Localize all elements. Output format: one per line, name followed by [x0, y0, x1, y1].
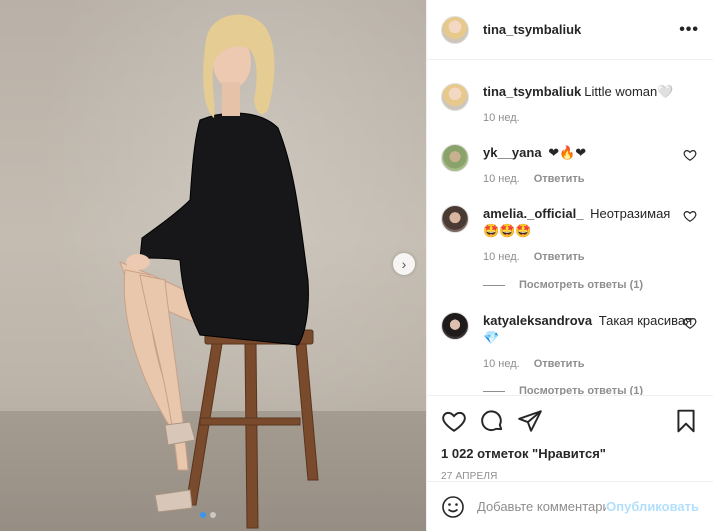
carousel-dot — [210, 512, 216, 518]
chevron-right-icon: › — [401, 256, 407, 272]
comment-avatar[interactable] — [441, 312, 469, 340]
view-replies-label: Посмотреть ответы (1) — [519, 385, 644, 395]
comment-age: 10 нед. — [483, 251, 520, 263]
add-comment-bar: Опубликовать — [427, 481, 713, 531]
comment-emoji: 💎 — [483, 330, 500, 345]
post-photo[interactable]: › — [0, 0, 426, 531]
caption-text: Little woman — [584, 84, 658, 99]
like-comment-heart-icon[interactable] — [683, 148, 697, 162]
comment-username[interactable]: katyaleksandrova — [483, 313, 592, 328]
view-replies-label: Посмотреть ответы (1) — [519, 279, 644, 291]
likes-count[interactable]: 1 022 отметок "Нравится" — [441, 446, 699, 461]
publish-button[interactable]: Опубликовать — [606, 499, 699, 514]
comments-list[interactable]: tina_tsymbaliuk Little woman🤍 10 нед. yk_… — [427, 61, 713, 395]
caption-username[interactable]: tina_tsymbaliuk — [483, 84, 581, 99]
caption-avatar[interactable] — [441, 83, 469, 111]
photo-scene — [119, 14, 319, 529]
comment-avatar[interactable] — [441, 205, 469, 233]
carousel-dot-active — [200, 512, 206, 518]
post-side-panel: tina_tsymbaliuk ••• tina_tsymbaliuk Littl… — [426, 0, 713, 531]
reply-button[interactable]: Ответить — [534, 171, 585, 188]
comment-item: katyaleksandrova Такая красивая 💎 10 нед.… — [441, 312, 699, 373]
heart-icon[interactable] — [441, 408, 467, 434]
comment-emoji: 🤩🤩🤩 — [483, 223, 532, 238]
reply-button[interactable]: Ответить — [534, 356, 585, 373]
post-actions: 1 022 отметок "Нравится" 27 АПРЕЛЯ — [427, 395, 713, 482]
comment-username[interactable]: amelia._official_ — [483, 206, 583, 221]
caption-emoji: 🤍 — [657, 84, 674, 99]
comment-age: 10 нед. — [483, 358, 520, 370]
comment-avatar[interactable] — [441, 144, 469, 172]
more-icon[interactable]: ••• — [679, 21, 699, 39]
like-comment-heart-icon[interactable] — [683, 316, 697, 330]
comment-input[interactable] — [477, 499, 607, 514]
comment-text: Такая красивая — [598, 313, 693, 328]
carousel-next-button[interactable]: › — [393, 253, 415, 275]
bookmark-icon[interactable] — [673, 408, 699, 434]
view-replies-button[interactable]: Посмотреть ответы (1) — [483, 385, 643, 395]
divider — [483, 284, 505, 286]
comment-emoji: ❤🔥❤ — [548, 145, 587, 160]
action-icons — [441, 404, 699, 438]
post-header: tina_tsymbaliuk ••• — [427, 0, 713, 60]
comment-item: amelia._official_ Неотразимая 🤩🤩🤩 10 нед… — [441, 205, 699, 266]
author-avatar[interactable] — [441, 15, 469, 44]
caption-age: 10 нед. — [483, 112, 520, 124]
divider — [483, 390, 505, 392]
comment-item: yk__yana ❤🔥❤ 10 нед. Ответить — [441, 144, 699, 188]
comment-text: Неотразимая — [590, 206, 671, 221]
share-icon[interactable] — [517, 408, 543, 434]
emoji-icon[interactable] — [441, 495, 465, 519]
author-username[interactable]: tina_tsymbaliuk — [483, 22, 581, 37]
comment-username[interactable]: yk__yana — [483, 145, 542, 160]
comment-icon[interactable] — [479, 408, 505, 434]
caption: tina_tsymbaliuk Little woman🤍 10 нед. — [441, 83, 699, 127]
carousel-indicator — [200, 512, 216, 518]
comment-age: 10 нед. — [483, 173, 520, 185]
reply-button[interactable]: Ответить — [534, 249, 585, 266]
view-replies-button[interactable]: Посмотреть ответы (1) — [483, 279, 643, 291]
like-comment-heart-icon[interactable] — [683, 209, 697, 223]
